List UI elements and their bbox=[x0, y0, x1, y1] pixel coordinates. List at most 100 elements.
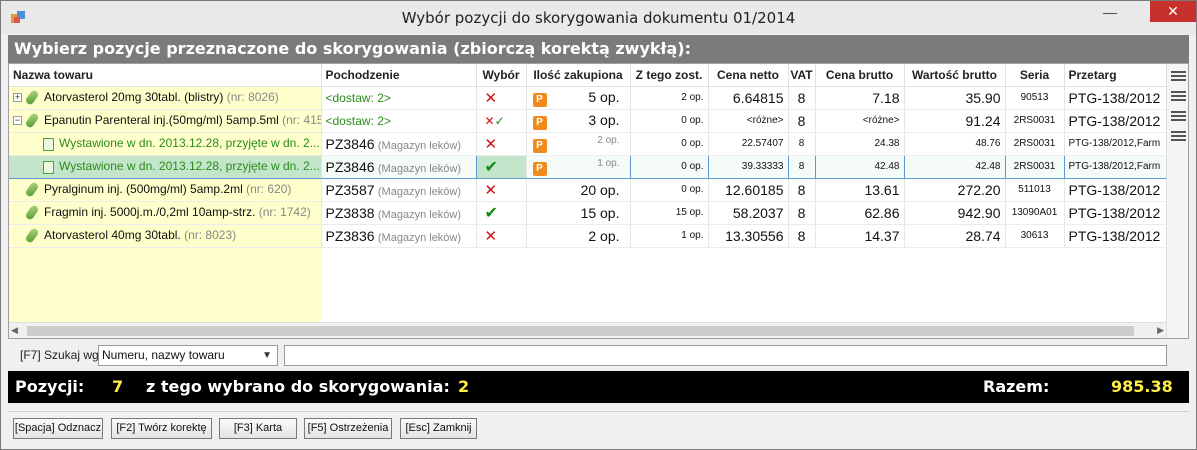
col-value-header[interactable]: Wartość brutto bbox=[904, 64, 1006, 87]
net-price: 12.60185 bbox=[708, 178, 789, 202]
expand-tree-icon[interactable] bbox=[1171, 89, 1186, 104]
search-label: [F7] Szukaj wg: bbox=[20, 348, 103, 362]
gross-value: 91.24 bbox=[904, 109, 1006, 133]
uncheck-button[interactable]: [Spacja] Odznacz bbox=[13, 418, 103, 439]
scroll-left-icon[interactable]: ◀ bbox=[11, 325, 21, 337]
col-gross-header[interactable]: Cena brutto bbox=[815, 64, 905, 87]
col-tender-header[interactable]: Przetarg bbox=[1064, 64, 1167, 87]
origin-deliveries[interactable]: <dostaw: 2> bbox=[326, 91, 391, 105]
remaining-qty: 0 op. bbox=[630, 109, 709, 133]
origin-note: (Magazyn leków) bbox=[377, 208, 462, 221]
item-name: Atorvasterol 20mg 30tabl. (blistry) bbox=[44, 89, 224, 104]
col-origin-header[interactable]: Pochodzenie bbox=[321, 64, 477, 87]
qty: 5 op. bbox=[588, 88, 620, 105]
unchecked-icon[interactable]: ✕ bbox=[485, 182, 498, 199]
remaining-qty: 2 op. bbox=[630, 86, 709, 110]
origin-note: (Magazyn leków) bbox=[377, 139, 462, 152]
table-row[interactable]: + Atorvasterol 20mg 30tabl. (blistry) (nr… bbox=[9, 86, 1167, 110]
horizontal-scrollbar[interactable]: ◀ ▶ bbox=[9, 322, 1166, 338]
net-price: 22.57407 bbox=[708, 132, 789, 156]
item-nr: (nr: 1742) bbox=[258, 204, 311, 219]
table-row[interactable]: Fragmin inj. 5000j.m./0,2ml 10amp-strz. … bbox=[9, 201, 1167, 225]
expand-toggle[interactable]: − bbox=[13, 116, 22, 126]
serie: 511013 bbox=[1005, 178, 1065, 202]
pill-icon bbox=[24, 204, 40, 222]
qty: 20 op. bbox=[580, 181, 620, 198]
pill-icon bbox=[24, 181, 40, 199]
item-name: Epanutin Parenteral inj.(50mg/ml) 5amp.5… bbox=[44, 112, 279, 127]
col-serie-header[interactable]: Seria bbox=[1005, 64, 1065, 87]
origin-doc: PZ3846 bbox=[325, 135, 375, 152]
minimize-button[interactable]: — bbox=[1094, 5, 1126, 25]
gross-price: 42.48 bbox=[814, 154, 905, 179]
pill-icon bbox=[24, 112, 40, 130]
serie: 30613 bbox=[1005, 224, 1065, 248]
tender: PTG-138/2012 bbox=[1064, 86, 1167, 110]
partial-check-icon[interactable]: ✕✓ bbox=[485, 114, 505, 128]
origin-note: (Magazyn leków) bbox=[377, 162, 462, 175]
gross-value: 942.90 bbox=[904, 201, 1006, 225]
remaining-qty: 0 op. bbox=[629, 154, 709, 179]
p-badge-icon: P bbox=[532, 138, 547, 153]
header-row: Nazwa towaru Pochodzenie Wybór Ilość zakupi… bbox=[9, 64, 1167, 87]
serie: 90513 bbox=[1005, 86, 1065, 110]
item-nr: (nr: 8026) bbox=[226, 89, 279, 104]
col-name-header[interactable]: Nazwa towaru bbox=[9, 64, 322, 87]
tender: PTG-138/2012 bbox=[1064, 109, 1167, 133]
pill-icon bbox=[24, 227, 40, 245]
tender: PTG-138/2012 bbox=[1064, 224, 1167, 248]
chevron-down-icon: ▼ bbox=[262, 350, 272, 361]
origin-doc: PZ3838 bbox=[325, 204, 375, 221]
warnings-button[interactable]: [F5] Ostrzeżenia bbox=[304, 418, 392, 439]
origin-doc: PZ3836 bbox=[325, 227, 375, 244]
item-nr: (nr: 415) bbox=[282, 112, 320, 127]
origin-doc: PZ3846 bbox=[325, 158, 375, 175]
create-correction-button[interactable]: [F2] Twórz korektę bbox=[111, 418, 212, 439]
net-price: 39.33333 bbox=[707, 154, 789, 179]
col-choice-header[interactable]: Wybór bbox=[476, 64, 527, 87]
unchecked-icon[interactable]: ✕ bbox=[485, 228, 498, 245]
item-nr: (nr: 8023) bbox=[184, 227, 237, 242]
columns-icon[interactable] bbox=[1171, 69, 1186, 84]
close-dialog-button[interactable]: [Esc] Zamknij bbox=[400, 418, 477, 439]
col-vat-header[interactable]: VAT bbox=[788, 64, 816, 87]
unchecked-icon[interactable]: ✕ bbox=[485, 90, 498, 107]
tender: PTG-138/2012 bbox=[1064, 178, 1167, 202]
document-icon bbox=[43, 160, 54, 174]
scroll-thumb[interactable] bbox=[27, 326, 1134, 336]
table-row[interactable]: − Epanutin Parenteral inj.(50mg/ml) 5amp.… bbox=[9, 109, 1167, 133]
net-price: 6.64815 bbox=[708, 86, 789, 110]
card-button[interactable]: [F3] Karta bbox=[219, 418, 297, 439]
col-net-header[interactable]: Cena netto bbox=[708, 64, 789, 87]
p-badge-icon: P bbox=[532, 92, 547, 107]
origin-note: (Magazyn leków) bbox=[377, 231, 462, 244]
checked-icon[interactable]: ✔ bbox=[485, 205, 498, 222]
collapse-tree-icon[interactable] bbox=[1171, 109, 1186, 124]
col-qty-header[interactable]: Ilość zakupiona bbox=[526, 64, 631, 87]
search-by-select[interactable]: Numeru, nazwy towaru ▼ bbox=[98, 345, 278, 366]
table-row[interactable]: Wystawione w dn. 2013.12.28, przyjęte w … bbox=[9, 154, 1167, 179]
item-nr: (nr: 620) bbox=[246, 181, 292, 196]
col-left-header[interactable]: Z tego zost. bbox=[630, 64, 709, 87]
vat: 8 bbox=[788, 109, 816, 133]
unchecked-icon[interactable]: ✕ bbox=[485, 136, 498, 153]
vat: 8 bbox=[788, 178, 816, 202]
pill-icon bbox=[24, 89, 40, 107]
table-row[interactable]: Atorvasterol 40mg 30tabl. (nr: 8023) PZ38… bbox=[9, 224, 1167, 248]
remaining-qty: 0 op. bbox=[630, 178, 709, 202]
checked-icon[interactable]: ✔ bbox=[485, 159, 498, 176]
table-row[interactable]: Wystawione w dn. 2013.12.28, przyjęte w … bbox=[9, 132, 1167, 156]
title-bar: Wybór pozycji do skorygowania dokumentu … bbox=[1, 1, 1196, 34]
window-title: Wybór pozycji do skorygowania dokumentu … bbox=[401, 9, 796, 27]
sort-icon[interactable] bbox=[1171, 129, 1186, 144]
net-price: 58.2037 bbox=[708, 201, 789, 225]
scroll-right-icon[interactable]: ▶ bbox=[1154, 325, 1164, 337]
search-input[interactable] bbox=[284, 345, 1167, 366]
vat: 8 bbox=[788, 86, 816, 110]
origin-doc: PZ3587 bbox=[325, 181, 375, 198]
qty: 2 op. bbox=[597, 134, 620, 146]
close-button[interactable]: ✕ bbox=[1150, 1, 1196, 22]
expand-toggle[interactable]: + bbox=[13, 93, 22, 103]
table-row[interactable]: Pyralginum inj. (500mg/ml) 5amp.2ml (nr:… bbox=[9, 178, 1167, 202]
origin-deliveries[interactable]: <dostaw: 2> bbox=[326, 114, 391, 128]
